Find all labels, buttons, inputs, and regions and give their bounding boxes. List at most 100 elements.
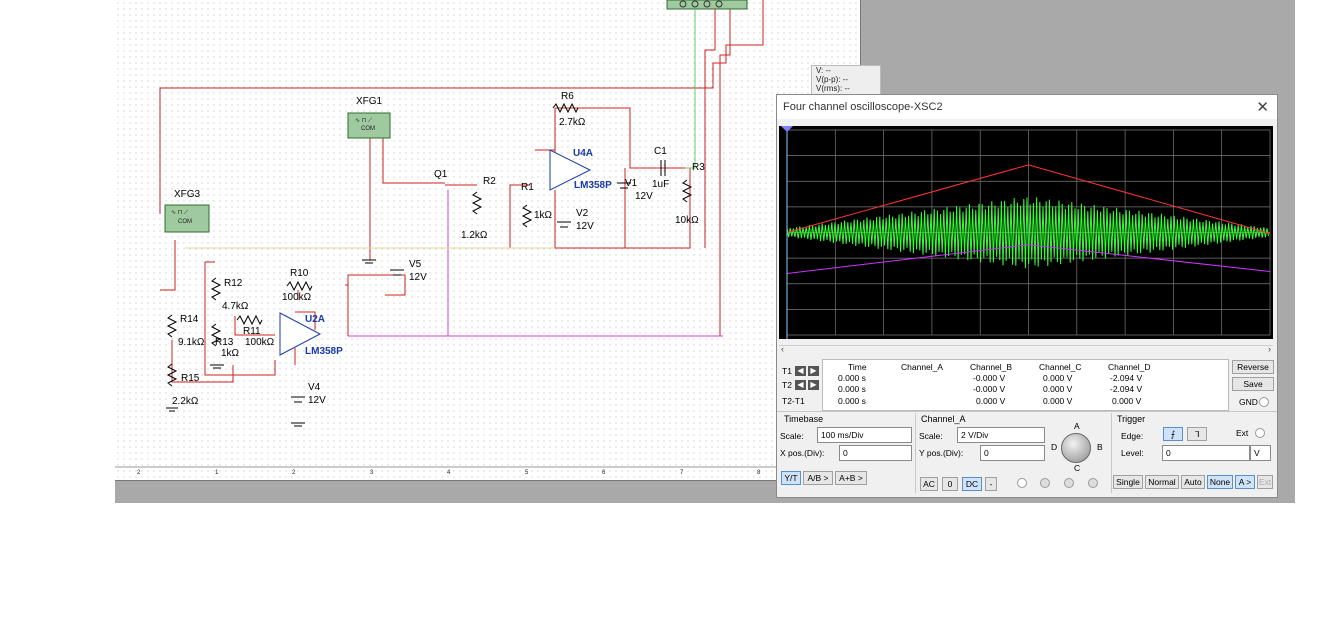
channel-radio[interactable]	[1088, 478, 1098, 488]
top-instrument-block	[666, 0, 748, 25]
cell-value: 0.000 V	[1043, 373, 1073, 383]
ypos-label: Y pos.(Div):	[919, 448, 964, 458]
label-v1-value: 12V	[635, 191, 653, 202]
level-unit-select[interactable]: V	[1250, 445, 1271, 461]
channel-selector-knob[interactable]	[1061, 433, 1091, 463]
coupling-ac-button[interactable]: AC	[920, 477, 938, 491]
header-channel-a: Channel_A	[901, 362, 944, 372]
svg-text:LM358P: LM358P	[574, 180, 612, 191]
probe-readout: V: -- V(p-p): -- V(rms): --	[811, 65, 881, 97]
t1-right-arrow-icon[interactable]: ▶	[808, 366, 819, 376]
scope-display[interactable]	[779, 126, 1273, 339]
svg-text:2: 2	[292, 470, 296, 476]
svg-text:XFG3: XFG3	[174, 189, 201, 200]
window-titlebar[interactable]: Four channel oscilloscope-XSC2 ✕	[777, 95, 1277, 119]
ext-radio[interactable]	[1255, 428, 1265, 438]
reverse-button[interactable]: Reverse	[1232, 360, 1274, 374]
svg-text:U2A: U2A	[305, 314, 325, 325]
label-r2-value: 1.2kΩ	[461, 230, 488, 241]
header-channel-d: Channel_D	[1108, 362, 1151, 372]
trigger-auto-button[interactable]: Auto	[1181, 475, 1205, 489]
cell-value: 0.000 s	[838, 384, 866, 394]
display-scrollbar[interactable]: ‹ ›	[779, 344, 1273, 356]
t2-right-arrow-icon[interactable]: ▶	[808, 380, 819, 390]
label-c1: C1	[654, 146, 667, 157]
cursor-handle-icon[interactable]	[781, 126, 793, 132]
ext-label: Ext	[1236, 428, 1249, 438]
oscilloscope-window[interactable]: Four channel oscilloscope-XSC2 ✕ ‹ › T1 …	[776, 94, 1278, 498]
divider	[1111, 413, 1112, 493]
circuit-diagram: ∿ ⊓ ⟋ COM XFG1 ∿ ⊓ ⟋ COM XFG3 U4A LM358P…	[115, 0, 860, 476]
svg-text:LM358P: LM358P	[305, 346, 343, 357]
rising-edge-icon[interactable]: ⨍	[1163, 427, 1183, 441]
falling-edge-icon[interactable]: ᒣ	[1187, 427, 1207, 441]
level-label: Level:	[1121, 448, 1144, 458]
label-r13: R13	[215, 337, 234, 348]
mode-ab-button[interactable]: A/B >	[803, 471, 833, 485]
row-label-t2-t1: T2-T1	[782, 396, 805, 406]
level-field[interactable]: 0	[1162, 445, 1250, 461]
t2-left-arrow-icon[interactable]: ◀	[795, 380, 806, 390]
timebase-title: Timebase	[784, 414, 824, 424]
cell-value: 0.000 V	[1043, 384, 1073, 394]
label-r6: R6	[561, 91, 574, 102]
mode-yt-button[interactable]: Y/T	[781, 471, 801, 485]
trigger-single-button[interactable]: Single	[1113, 475, 1143, 489]
t1-left-arrow-icon[interactable]: ◀	[795, 366, 806, 376]
label-r10: R10	[290, 268, 309, 279]
label-r3: R3	[692, 162, 705, 173]
svg-text:COM: COM	[361, 126, 375, 132]
xpos-field[interactable]: 0	[839, 445, 912, 461]
divider	[777, 411, 1277, 412]
svg-text:4: 4	[447, 470, 451, 476]
knob-label-a: A	[1074, 421, 1080, 431]
channel-scale-label: Scale:	[919, 431, 943, 441]
row-label-t1: T1	[782, 366, 792, 376]
label-c1-value: 1uF	[652, 179, 669, 190]
trigger-ext-button[interactable]: Ext	[1257, 475, 1273, 489]
readout-v: V: --	[816, 66, 831, 75]
scroll-right-icon[interactable]: ›	[1268, 344, 1271, 354]
knob-label-b: B	[1097, 442, 1103, 452]
opamp-u4a: U4A LM358P	[549, 148, 612, 191]
timebase-scale-field[interactable]: 100 ms/Div	[817, 427, 912, 443]
cell-value: -2.094 V	[1110, 384, 1143, 394]
svg-text:6: 6	[602, 470, 606, 476]
schematic-workspace[interactable]: ∿ ⊓ ⟋ COM XFG1 ∿ ⊓ ⟋ COM XFG3 U4A LM358P…	[115, 0, 861, 481]
measurements-table: Time Channel_A Channel_B Channel_C Chann…	[822, 359, 1229, 411]
channel-radio[interactable]	[1017, 478, 1027, 488]
channel-radio[interactable]	[1064, 478, 1074, 488]
mode-aplusb-button[interactable]: A+B >	[835, 471, 867, 485]
cell-value: 0.000 s	[838, 373, 866, 383]
divider	[915, 413, 916, 493]
trigger-none-button[interactable]: None	[1207, 475, 1233, 489]
svg-text:5: 5	[525, 470, 529, 476]
cell-value: 0.000 V	[1043, 396, 1073, 406]
cell-value: -2.094 V	[1110, 373, 1143, 383]
close-icon[interactable]: ✕	[1256, 98, 1269, 116]
label-v4-value: 12V	[308, 395, 326, 406]
coupling-zero-button[interactable]: 0	[942, 477, 958, 491]
coupling-dc-button[interactable]: DC	[962, 477, 982, 491]
readout-vpp: V(p-p): --	[816, 75, 848, 84]
header-channel-b: Channel_B	[970, 362, 1013, 372]
svg-text:3: 3	[370, 470, 374, 476]
label-r15-value: 2.2kΩ	[172, 396, 199, 407]
trigger-a-button[interactable]: A >	[1235, 475, 1255, 489]
coupling-invert-button[interactable]: -	[985, 477, 997, 491]
label-r13-value: 1kΩ	[221, 348, 240, 359]
save-button[interactable]: Save	[1232, 377, 1274, 391]
svg-text:1: 1	[215, 470, 219, 476]
knob-label-c: C	[1074, 463, 1081, 473]
label-v2: V2	[576, 208, 589, 219]
trigger-normal-button[interactable]: Normal	[1145, 475, 1179, 489]
label-v4: V4	[308, 382, 321, 393]
svg-text:∿ ⊓ ⟋: ∿ ⊓ ⟋	[171, 209, 189, 216]
label-r11-value: 100kΩ	[245, 337, 275, 348]
scroll-left-icon[interactable]: ‹	[781, 344, 784, 354]
channel-scale-field[interactable]: 2 V/Div	[957, 427, 1045, 443]
cell-value: 0.000 V	[976, 396, 1006, 406]
ypos-field[interactable]: 0	[980, 445, 1045, 461]
gnd-radio[interactable]	[1259, 397, 1269, 407]
channel-radio[interactable]	[1040, 478, 1050, 488]
